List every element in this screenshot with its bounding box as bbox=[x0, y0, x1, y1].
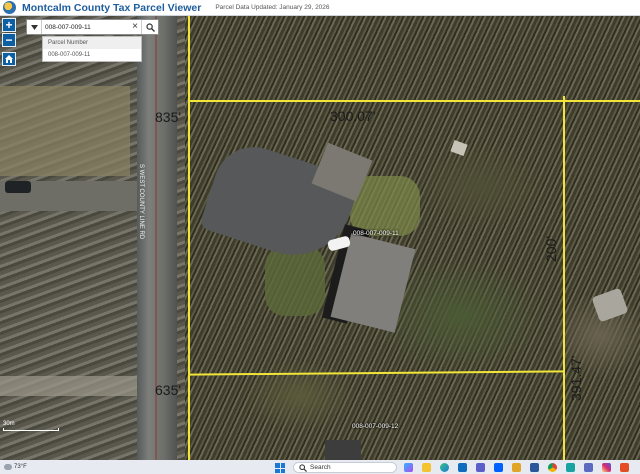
app-header: Montcalm County Tax Parcel Viewer Parcel… bbox=[0, 0, 640, 16]
taskbar-search-text: Search bbox=[310, 464, 331, 471]
teams-icon[interactable] bbox=[476, 463, 485, 472]
scale-label: 30m bbox=[3, 421, 15, 427]
car bbox=[5, 181, 31, 193]
parcel-line bbox=[563, 96, 565, 460]
home-button[interactable] bbox=[2, 52, 16, 66]
neighbor-structure bbox=[591, 287, 629, 323]
home-icon bbox=[5, 55, 13, 63]
dimension-label: 635' bbox=[155, 382, 182, 398]
app-icon[interactable] bbox=[620, 463, 629, 472]
county-logo-icon bbox=[3, 1, 16, 14]
parcel-search: × bbox=[26, 19, 159, 35]
app-icon[interactable] bbox=[566, 463, 575, 472]
dimension-label: 200' bbox=[543, 235, 559, 262]
dimension-label: 835' bbox=[155, 109, 182, 125]
search-input[interactable] bbox=[42, 21, 129, 33]
map-canvas[interactable]: S WEST COUNTY LINE RD 835' 300.07' 200' … bbox=[0, 16, 640, 460]
start-button[interactable] bbox=[275, 463, 285, 473]
yard-area bbox=[0, 86, 130, 176]
taskbar-search[interactable]: Search bbox=[293, 462, 397, 473]
temperature-text: 73°F bbox=[14, 464, 27, 470]
search-icon bbox=[145, 22, 155, 32]
weather-widget[interactable]: 73°F bbox=[4, 464, 27, 470]
search-suggestions: Parcel Number 008-007-009-11 bbox=[42, 36, 142, 62]
search-button[interactable] bbox=[141, 20, 158, 34]
suggestion-group-header: Parcel Number bbox=[43, 37, 141, 49]
app-title: Montcalm County Tax Parcel Viewer bbox=[22, 1, 202, 14]
parcel-line bbox=[187, 370, 566, 376]
cloud-icon bbox=[4, 464, 12, 470]
chrome-icon[interactable] bbox=[548, 463, 557, 472]
zoom-in-button[interactable]: + bbox=[2, 18, 16, 32]
shed bbox=[450, 139, 468, 157]
word-icon[interactable] bbox=[530, 463, 539, 472]
instagram-icon[interactable] bbox=[602, 463, 611, 472]
copilot-icon[interactable] bbox=[404, 463, 413, 472]
data-updated-text: Parcel Data Updated: January 29, 2026 bbox=[215, 4, 330, 11]
mail-icon[interactable] bbox=[458, 463, 467, 472]
app-icon[interactable] bbox=[584, 463, 593, 472]
dimension-label: 391.47' bbox=[568, 355, 584, 402]
zoom-out-button[interactable]: − bbox=[2, 33, 16, 47]
dropbox-icon[interactable] bbox=[494, 463, 503, 472]
road-label: S WEST COUNTY LINE RD bbox=[138, 164, 144, 240]
parcel-number-label[interactable]: 008-007-009-11 bbox=[353, 230, 399, 237]
yard-area bbox=[0, 376, 140, 396]
search-icon bbox=[299, 464, 307, 472]
folder-icon[interactable] bbox=[512, 463, 521, 472]
parcel-line bbox=[188, 100, 640, 102]
scale-bar bbox=[3, 428, 59, 431]
file-explorer-icon[interactable] bbox=[422, 463, 431, 472]
suggestion-item[interactable]: 008-007-009-11 bbox=[43, 49, 141, 61]
chevron-down-icon bbox=[30, 24, 38, 30]
parcel-line bbox=[188, 16, 190, 460]
clear-search-button[interactable]: × bbox=[129, 20, 141, 34]
dimension-label: 300.07' bbox=[330, 108, 376, 124]
neighbor-structure bbox=[325, 440, 361, 460]
lawn bbox=[265, 246, 325, 316]
search-source-dropdown[interactable] bbox=[27, 20, 42, 34]
edge-icon[interactable] bbox=[440, 463, 449, 472]
parcel-number-label[interactable]: 008-007-009-12 bbox=[352, 423, 398, 430]
